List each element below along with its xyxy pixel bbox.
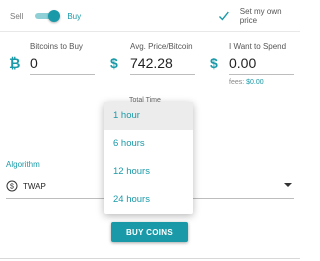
sell-label: Sell — [10, 11, 24, 21]
spend-field[interactable]: I Want to Spend 0.00 — [229, 42, 294, 75]
menu-item-24-hours[interactable]: 24 hours — [104, 186, 193, 214]
algorithm-select[interactable]: $ TWAP — [6, 180, 46, 192]
coin-icon: $ — [6, 180, 18, 192]
menu-item-12-hours[interactable]: 12 hours — [104, 158, 193, 186]
chevron-down-icon[interactable] — [284, 183, 292, 187]
dollar-icon: $ — [110, 55, 118, 71]
set-own-price-label: Set my own price — [239, 7, 282, 25]
avg-price-caption: Avg. Price/Bitcoin — [130, 42, 193, 51]
bitcoins-to-buy-caption: Bitcoins to Buy — [30, 42, 83, 51]
buy-coins-button[interactable]: BUY COINS — [111, 222, 188, 242]
input-underline — [130, 74, 195, 75]
fees-text: fees: $0.00 — [229, 79, 264, 86]
total-time-dropdown-menu: 1 hour 6 hours 12 hours 24 hours — [104, 102, 193, 214]
avg-price-field[interactable]: Avg. Price/Bitcoin 742.28 — [130, 42, 195, 75]
menu-item-1-hour[interactable]: 1 hour — [104, 102, 193, 130]
menu-item-6-hours[interactable]: 6 hours — [104, 130, 193, 158]
divider — [0, 258, 300, 259]
sell-buy-toggle-row: Sell Buy — [10, 8, 81, 24]
avg-price-input[interactable]: 742.28 — [130, 55, 195, 72]
algorithm-value: TWAP — [23, 181, 46, 191]
bitcoins-to-buy-field[interactable]: Bitcoins to Buy 0 — [30, 42, 95, 75]
set-own-price-checkbox[interactable]: Set my own price — [218, 7, 300, 25]
divider — [0, 31, 300, 32]
fees-label: fees: — [229, 79, 245, 86]
input-underline — [30, 74, 95, 75]
buy-label: Buy — [67, 11, 82, 21]
bitcoins-to-buy-input[interactable]: 0 — [30, 55, 95, 72]
fees-amount: $0.00 — [246, 79, 264, 86]
spend-caption: I Want to Spend — [229, 42, 287, 51]
check-icon — [218, 11, 229, 21]
spend-input[interactable]: 0.00 — [229, 55, 294, 72]
sell-buy-switch[interactable] — [35, 10, 61, 22]
input-underline — [229, 74, 294, 75]
dollar-icon: $ — [210, 55, 218, 71]
bitcoin-icon: ₿ — [9, 55, 21, 71]
algorithm-label: Algorithm — [6, 160, 40, 169]
switch-knob — [48, 10, 61, 22]
svg-text:$: $ — [10, 184, 14, 191]
